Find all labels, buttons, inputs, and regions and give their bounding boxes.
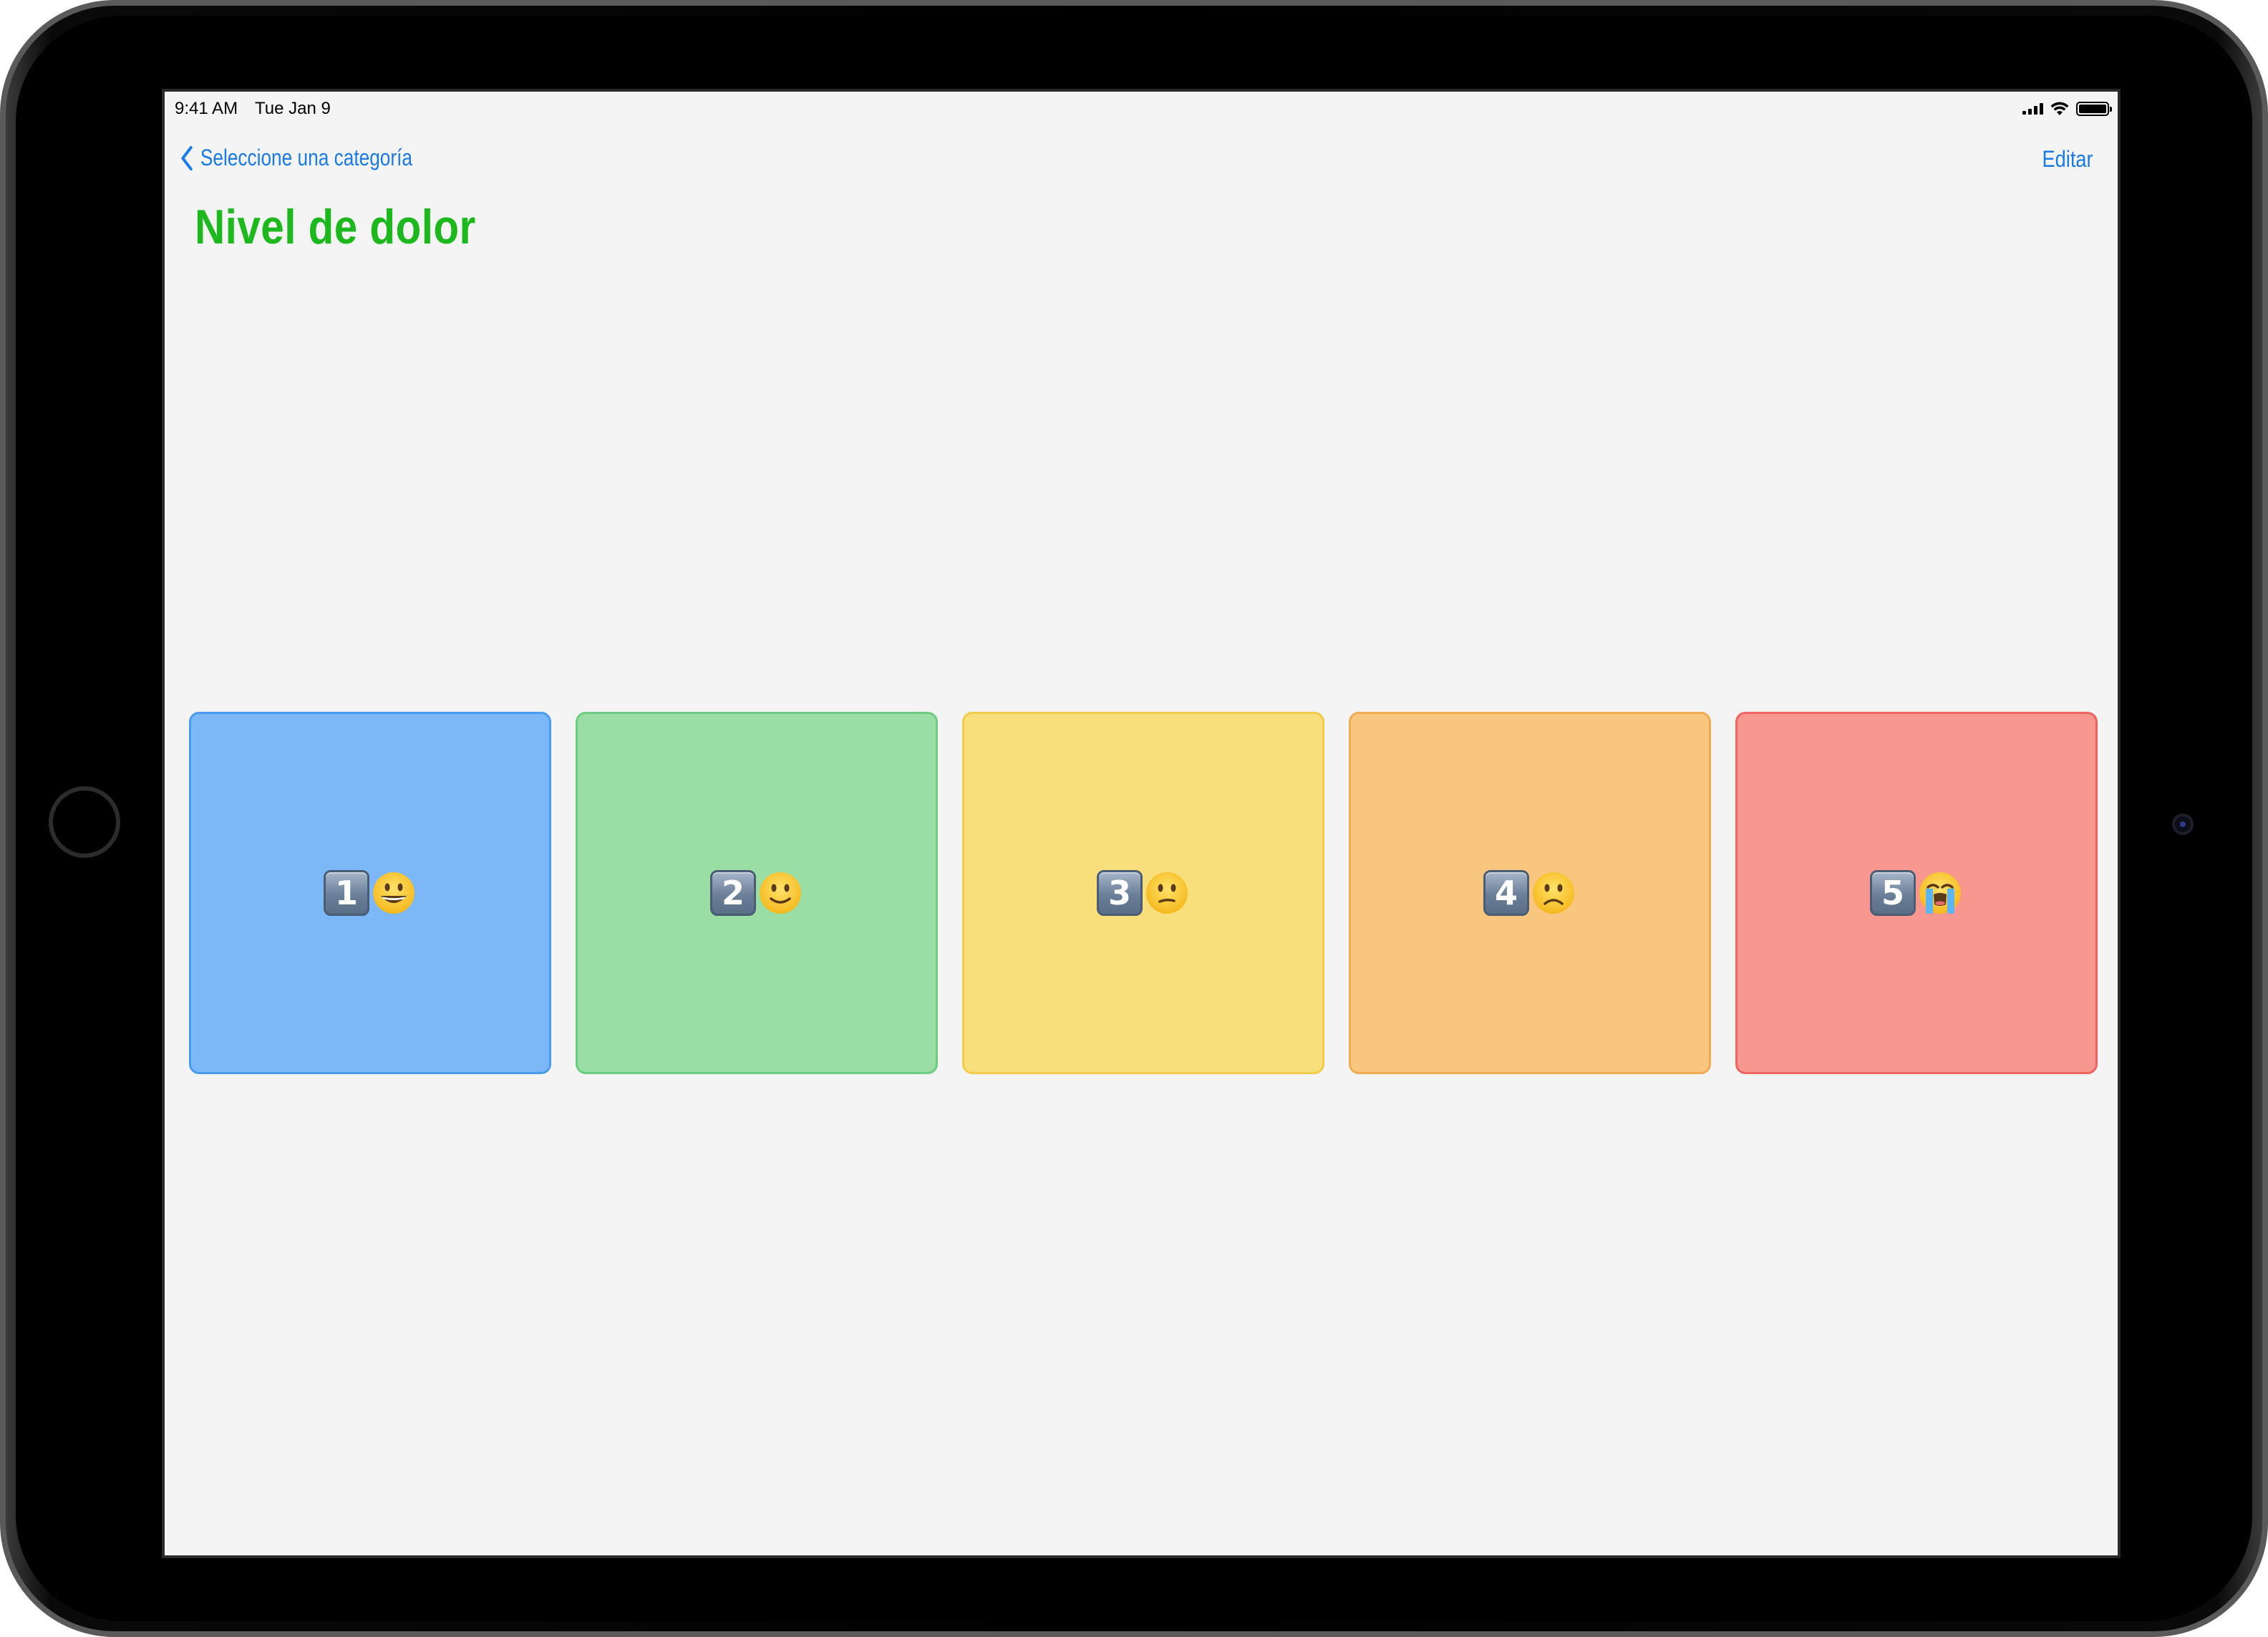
tile-content: 4: [1483, 870, 1576, 916]
keycap-digit-icon: 2: [710, 870, 756, 916]
page-title: Nivel de dolor: [195, 200, 476, 254]
tile-content: 2: [710, 870, 803, 916]
tile-content: 3: [1097, 870, 1190, 916]
ipad-frame: 9:41 AM Tue Jan 9 Seleccione una categor…: [0, 0, 2268, 1637]
tile-content: 5: [1870, 870, 1963, 916]
pain-level-tile-2[interactable]: 2: [576, 712, 938, 1074]
pain-level-tile-5[interactable]: 5: [1735, 712, 2098, 1074]
confused-face-icon: [1146, 872, 1188, 914]
keycap-digit-icon: 5: [1870, 870, 1916, 916]
pain-level-tile-3[interactable]: 3: [962, 712, 1324, 1074]
keycap-digit-icon: 4: [1483, 870, 1529, 916]
keycap-digit-icon: 3: [1097, 870, 1143, 916]
pain-level-tile-1[interactable]: 1: [189, 712, 551, 1074]
status-bar: 9:41 AM Tue Jan 9: [165, 92, 2118, 126]
battery-icon: [2076, 102, 2112, 116]
camera-icon: [2172, 813, 2194, 835]
back-button-label: Seleccione una categoría: [200, 145, 413, 170]
edit-button[interactable]: Editar: [2042, 146, 2093, 173]
slightly-smiling-face-icon: [760, 872, 801, 914]
frowning-face-icon: [1533, 872, 1574, 914]
pain-level-tiles: 1 2 3 4 5: [189, 712, 2098, 1074]
status-date: Tue Jan 9: [255, 99, 331, 118]
status-time: 9:41 AM: [175, 99, 238, 118]
loudly-crying-face-icon: [1919, 872, 1961, 914]
tile-content: 1: [324, 870, 417, 916]
pain-level-tile-4[interactable]: 4: [1349, 712, 1711, 1074]
back-button[interactable]: Seleccione una categoría: [180, 145, 412, 171]
app-screen: 9:41 AM Tue Jan 9 Seleccione una categor…: [162, 89, 2121, 1558]
keycap-digit-icon: 1: [324, 870, 369, 916]
wifi-icon: [2050, 102, 2069, 115]
status-indicators: [2022, 100, 2112, 117]
grinning-face-icon: [373, 872, 415, 914]
cellular-signal-icon: [2022, 103, 2043, 115]
navigation-bar: Seleccione una categoría Editar: [165, 126, 2118, 198]
home-button[interactable]: [49, 786, 120, 858]
chevron-left-icon: [181, 145, 193, 170]
